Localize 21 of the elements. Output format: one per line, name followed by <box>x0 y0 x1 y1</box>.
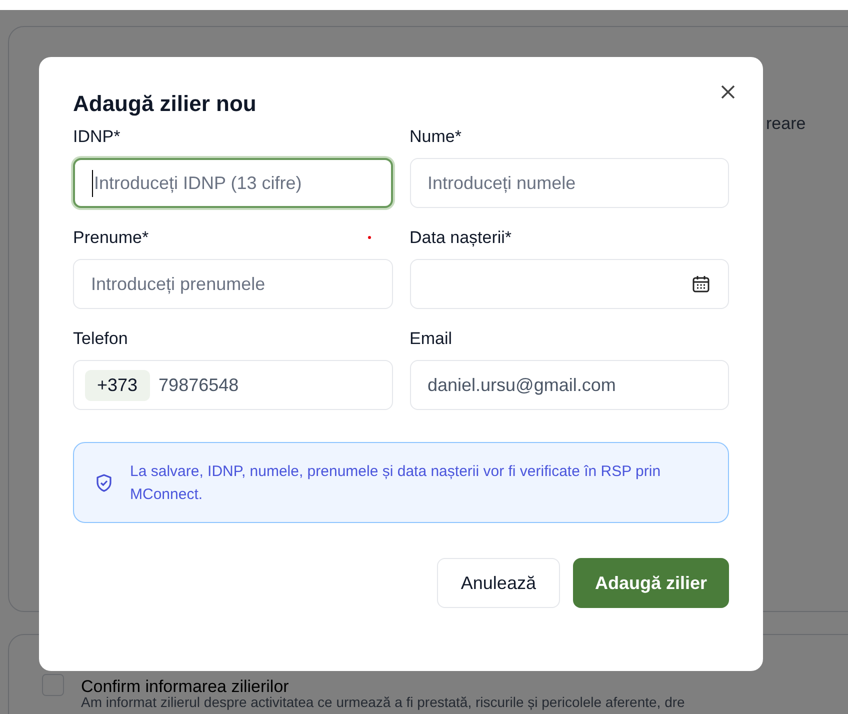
page-text: reare <box>766 113 806 135</box>
input-field[interactable]: Introduceți prenumele <box>73 259 392 309</box>
field-label: Prenume* <box>73 228 149 248</box>
date-field[interactable] <box>410 259 729 309</box>
cancel-button[interactable]: Anulează <box>436 558 560 608</box>
field-label: Email <box>410 329 452 349</box>
calendar-icon <box>691 274 711 294</box>
add-button[interactable]: Adaugă zilier <box>572 558 729 608</box>
field-label: Data nașterii* <box>410 228 512 248</box>
close-icon[interactable] <box>719 83 737 101</box>
input-field[interactable]: Introduceți IDNP (13 cifre) <box>73 158 392 208</box>
dialog-title: Adaugă zilier nou <box>73 90 258 118</box>
phone-field[interactable]: +373 79876548 <box>73 360 392 410</box>
field-label: Telefon <box>73 329 128 349</box>
field-label: IDNP* <box>73 127 120 147</box>
country-code: +373 <box>85 370 150 400</box>
input-field[interactable]: Introduceți numele <box>410 158 729 208</box>
input-field[interactable]: daniel.ursu@gmail.com <box>410 360 729 410</box>
field-label: Nume* <box>410 127 462 147</box>
shield-check-icon <box>94 472 114 492</box>
info-text: La salvare, IDNP, numele, prenumele și data nașterii vor fi verificate în RSP prin MConnect. <box>130 462 662 504</box>
